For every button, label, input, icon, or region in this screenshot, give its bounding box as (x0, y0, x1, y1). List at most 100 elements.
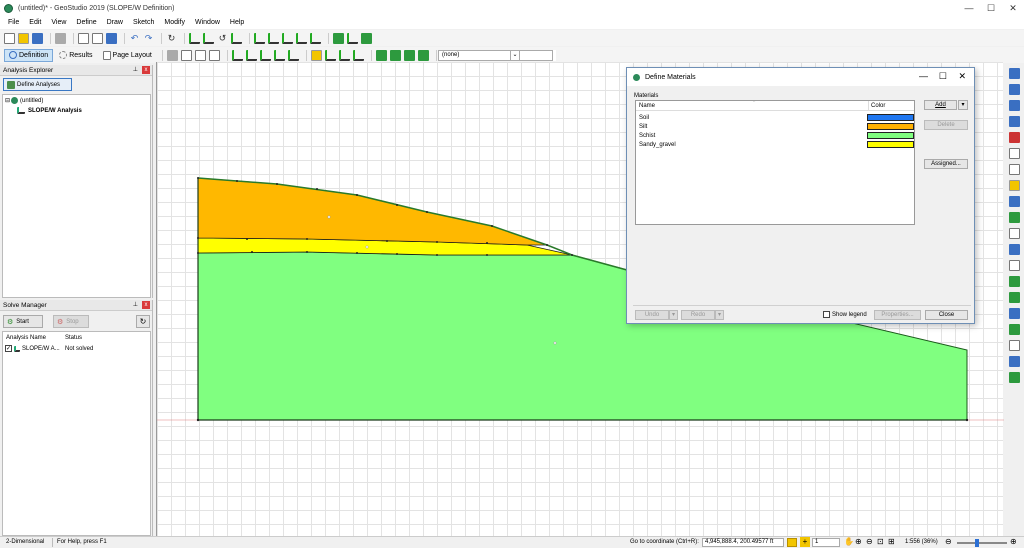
copy-icon[interactable] (78, 32, 89, 44)
clipboard-icon[interactable] (106, 32, 117, 44)
keyin-points-icon[interactable] (231, 49, 243, 61)
assigned-button[interactable]: Assigned... (924, 159, 968, 169)
menu-view[interactable]: View (51, 19, 66, 26)
define-materials-icon[interactable] (310, 49, 322, 61)
reinforcement-side-icon[interactable] (1009, 292, 1020, 303)
menu-define[interactable]: Define (76, 19, 96, 26)
snap-points-icon[interactable]: + (800, 537, 810, 547)
mesh-icon[interactable] (1009, 148, 1020, 159)
close-panel-icon[interactable]: x (142, 301, 150, 309)
zoom-objects-icon[interactable]: ⊞ (888, 537, 895, 546)
draw-piezometric-icon[interactable] (389, 49, 401, 61)
print-icon[interactable] (55, 32, 66, 44)
solve-row[interactable]: ✓ SLOPE/W A... (5, 345, 60, 352)
view-options-icon[interactable] (361, 32, 372, 44)
add-dropdown-button[interactable]: ▾ (958, 100, 968, 110)
zoom-slider[interactable] (957, 539, 1007, 547)
pressure-lines-icon[interactable] (1009, 308, 1020, 319)
refresh-solve-button[interactable]: ↻ (136, 315, 150, 328)
entry-exit-icon[interactable] (1009, 228, 1020, 239)
sketch-axes-icon[interactable] (254, 32, 265, 44)
material-row[interactable]: Schist (636, 131, 914, 140)
redo-icon[interactable]: ↷ (143, 33, 154, 44)
menu-window[interactable]: Window (195, 19, 220, 26)
open-folder-icon[interactable] (18, 32, 29, 44)
slip-surface-icon[interactable] (324, 49, 336, 61)
define-grid-icon[interactable] (333, 32, 344, 44)
tree-root[interactable]: ⊟ (untitled) (5, 97, 43, 104)
minimize-button[interactable]: — (958, 0, 980, 16)
keyin-slip-icon[interactable] (273, 49, 285, 61)
dialog-maximize-button[interactable]: ☐ (939, 71, 947, 82)
coordinate-input[interactable]: 4,945,888.4, 200.49577 ft (702, 538, 784, 547)
define-analyses-button[interactable]: Define Analyses (3, 78, 72, 91)
keyin-regions-icon[interactable] (245, 49, 257, 61)
new-file-icon[interactable] (4, 32, 15, 44)
menu-draw[interactable]: Draw (107, 19, 123, 26)
keyin-lines-icon[interactable] (259, 49, 271, 61)
draw-pressure-icon[interactable] (403, 49, 415, 61)
menu-sketch[interactable]: Sketch (133, 19, 154, 26)
draw-slip-side-icon[interactable] (1009, 276, 1020, 287)
zoom-out-icon[interactable]: ⊖ (866, 537, 873, 546)
select-icon[interactable] (166, 49, 178, 61)
draw-boundary-icon[interactable] (1009, 132, 1020, 143)
pin-icon[interactable]: ⊥ (133, 301, 138, 308)
close-window-button[interactable]: ✕ (1002, 0, 1024, 16)
draw-region-icon[interactable] (189, 32, 200, 44)
paste-icon[interactable] (92, 32, 103, 44)
sketch-arrow-icon[interactable] (310, 32, 321, 44)
close-panel-icon[interactable]: x (142, 66, 150, 74)
snap-grid-icon[interactable] (787, 538, 797, 547)
results-mode-button[interactable]: Results (55, 49, 96, 62)
zoom-box-icon[interactable] (194, 49, 206, 61)
undo-dropdown-button[interactable]: ▾ (669, 310, 678, 320)
draw-materials-icon[interactable] (375, 49, 387, 61)
refresh-icon[interactable]: ↻ (166, 33, 177, 44)
draw-line-icon[interactable] (231, 32, 242, 44)
material-assign-icon[interactable] (1009, 196, 1020, 207)
undo-icon[interactable]: ↶ (129, 33, 140, 44)
draw-regions-icon[interactable] (1009, 84, 1020, 95)
pan-hand-icon[interactable]: ✋ (844, 537, 854, 546)
zoom-plus-icon[interactable]: ⊕ (1010, 537, 1017, 546)
slip-surface-side-icon[interactable] (1009, 212, 1020, 223)
zoom-in-icon[interactable]: ⊕ (855, 537, 862, 546)
properties-button[interactable]: Properties... (874, 310, 921, 320)
dialog-minimize-button[interactable]: — (919, 71, 928, 81)
draw-lines-icon[interactable] (1009, 116, 1020, 127)
snap-value-input[interactable]: 1 (812, 538, 840, 547)
stop-button[interactable]: ⚙ Stop (53, 315, 89, 328)
menu-modify[interactable]: Modify (164, 19, 185, 26)
sketch-text-icon[interactable] (296, 32, 307, 44)
start-button[interactable]: ⚙ Start (3, 315, 43, 328)
tree-item-slope-analysis[interactable]: SLOPE/W Analysis (17, 107, 82, 114)
pin-icon[interactable]: ⊥ (133, 66, 138, 73)
print-layout-icon[interactable] (1009, 372, 1020, 383)
menu-file[interactable]: File (8, 19, 19, 26)
collapse-icon[interactable]: ⊟ (5, 97, 10, 104)
add-button[interactable]: Add (924, 100, 957, 110)
grid-icon[interactable] (180, 49, 192, 61)
water-table-icon[interactable] (1009, 244, 1020, 255)
reinforcement-icon[interactable] (352, 49, 364, 61)
combo-arrow-icon[interactable]: ⌄ (510, 51, 519, 60)
undo-button[interactable]: Undo (635, 310, 669, 320)
page-layout-button[interactable]: Page Layout (99, 49, 156, 62)
pore-water-icon[interactable] (338, 49, 350, 61)
draw-points-icon[interactable] (203, 32, 214, 44)
zoom-minus-icon[interactable]: ⊖ (945, 537, 952, 546)
point-loads-icon[interactable] (1009, 324, 1020, 335)
close-button[interactable]: Close (925, 310, 968, 320)
material-row[interactable]: Silt (636, 122, 914, 131)
material-row[interactable]: Sandy_gravel (636, 140, 914, 149)
sketch-pencil-icon[interactable] (268, 32, 279, 44)
grid-properties-icon[interactable] (1009, 164, 1020, 175)
zoom-slider-thumb[interactable] (975, 539, 979, 547)
menu-edit[interactable]: Edit (29, 19, 41, 26)
zoom-objects-icon[interactable] (208, 49, 220, 61)
show-legend-checkbox[interactable] (823, 311, 830, 318)
toolbar-combo-box[interactable]: (none) ⌄ (438, 50, 520, 61)
zoom-page-icon[interactable]: ⊡ (877, 537, 884, 546)
material-row[interactable]: Soil (636, 113, 914, 122)
